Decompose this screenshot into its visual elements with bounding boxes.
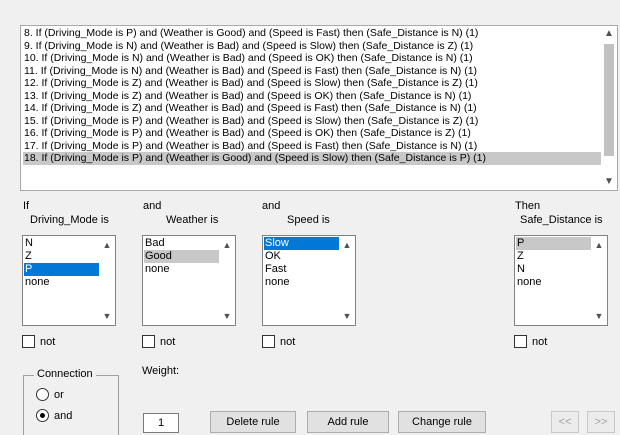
rule-item[interactable]: 15. If (Driving_Mode is P) and (Weather … <box>23 115 603 128</box>
and-label-1: and <box>143 200 162 212</box>
driving-mode-not-label: not <box>40 336 56 348</box>
connection-group: Connection or and <box>23 368 119 435</box>
safe-distance-scrollbar[interactable]: ▲ ▼ <box>592 237 606 324</box>
connection-title: Connection <box>34 368 96 380</box>
scroll-thumb[interactable] <box>604 44 614 156</box>
weather-not-label: not <box>160 336 176 348</box>
speed-not-label: not <box>280 336 296 348</box>
safe-distance-listbox[interactable]: P Z Nnone ▲ ▼ <box>514 235 608 326</box>
driving-mode-options: N Z Pnone <box>24 237 99 289</box>
then-label: Then <box>515 200 541 212</box>
list-option[interactable]: N <box>24 237 99 250</box>
rule-item[interactable]: 11. If (Driving_Mode is N) and (Weather … <box>23 65 603 78</box>
rule-item[interactable]: 10. If (Driving_Mode is N) and (Weather … <box>23 52 603 65</box>
rule-item[interactable]: 13. If (Driving_Mode is Z) and (Weather … <box>23 90 603 103</box>
or-radio[interactable] <box>36 388 49 401</box>
list-option[interactable]: OK <box>264 250 339 263</box>
rule-item[interactable]: 12. If (Driving_Mode is Z) and (Weather … <box>23 77 603 90</box>
weather-listbox[interactable]: Bad Good none ▲ ▼ <box>142 235 236 326</box>
rule-item[interactable]: 8. If (Driving_Mode is P) and (Weather i… <box>23 27 603 40</box>
list-option[interactable]: Good <box>144 250 219 263</box>
rule-item[interactable]: 18. If (Driving_Mode is P) and (Weather … <box>23 152 603 165</box>
weight-label: Weight: <box>142 365 180 377</box>
and-label-2: and <box>262 200 281 212</box>
chevron-up-icon[interactable]: ▲ <box>592 240 606 250</box>
add-rule-button[interactable]: Add rule <box>307 411 389 433</box>
list-option[interactable]: none <box>264 276 339 289</box>
rule-item[interactable]: 14. If (Driving_Mode is Z) and (Weather … <box>23 102 603 115</box>
chevron-up-icon[interactable]: ▲ <box>100 240 114 250</box>
list-option[interactable]: P <box>24 263 99 276</box>
weather-not-checkbox[interactable] <box>142 335 155 348</box>
prev-button[interactable]: << <box>551 411 579 433</box>
scroll-up-icon[interactable]: ▲ <box>601 26 617 42</box>
list-option[interactable]: N <box>516 263 591 276</box>
next-button[interactable]: >> <box>587 411 615 433</box>
list-option[interactable]: none <box>516 276 591 289</box>
list-option[interactable]: P <box>516 237 591 250</box>
chevron-up-icon[interactable]: ▲ <box>220 240 234 250</box>
chevron-down-icon[interactable]: ▼ <box>100 311 114 321</box>
rule-item[interactable]: 16. If (Driving_Mode is P) and (Weather … <box>23 127 603 140</box>
and-radio[interactable] <box>36 409 49 422</box>
list-option[interactable]: none <box>144 263 219 276</box>
safe-distance-title: Safe_Distance is <box>520 214 603 226</box>
weather-scrollbar[interactable]: ▲ ▼ <box>220 237 234 324</box>
weather-options: Bad Good none <box>144 237 219 276</box>
weather-title: Weather is <box>166 214 219 226</box>
and-label: and <box>54 410 73 422</box>
change-rule-button[interactable]: Change rule <box>398 411 486 433</box>
driving-mode-title: Driving_Mode is <box>30 214 109 226</box>
driving-mode-listbox[interactable]: N Z Pnone ▲ ▼ <box>22 235 116 326</box>
speed-options: Slow OK Fast none <box>264 237 339 289</box>
chevron-down-icon[interactable]: ▼ <box>220 311 234 321</box>
delete-rule-button[interactable]: Delete rule <box>210 411 296 433</box>
if-label: If <box>23 200 30 212</box>
list-option[interactable]: none <box>24 276 99 289</box>
weight-input[interactable]: 1 <box>143 413 179 433</box>
speed-scrollbar[interactable]: ▲ ▼ <box>340 237 354 324</box>
chevron-up-icon[interactable]: ▲ <box>340 240 354 250</box>
driving-mode-scrollbar[interactable]: ▲ ▼ <box>100 237 114 324</box>
list-option[interactable]: Z <box>24 250 99 263</box>
chevron-down-icon[interactable]: ▼ <box>592 311 606 321</box>
safe-distance-not-label: not <box>532 336 548 348</box>
driving-mode-not-checkbox[interactable] <box>22 335 35 348</box>
safe-distance-options: P Z Nnone <box>516 237 591 289</box>
or-label: or <box>54 389 64 401</box>
list-option[interactable]: Z <box>516 250 591 263</box>
speed-title: Speed is <box>287 214 330 226</box>
rule-list[interactable]: 8. If (Driving_Mode is P) and (Weather i… <box>20 25 618 191</box>
safe-distance-not-checkbox[interactable] <box>514 335 527 348</box>
speed-listbox[interactable]: Slow OK Fast none ▲ ▼ <box>262 235 356 326</box>
radio-selected-dot <box>40 413 45 418</box>
scroll-down-icon[interactable]: ▼ <box>601 174 617 190</box>
list-option[interactable]: Fast <box>264 263 339 276</box>
list-option[interactable]: Bad <box>144 237 219 250</box>
rule-item[interactable]: 9. If (Driving_Mode is N) and (Weather i… <box>23 40 603 53</box>
speed-not-checkbox[interactable] <box>262 335 275 348</box>
list-option[interactable]: Slow <box>264 237 339 250</box>
chevron-down-icon[interactable]: ▼ <box>340 311 354 321</box>
rule-lines: 8. If (Driving_Mode is P) and (Weather i… <box>23 27 603 165</box>
rule-list-scrollbar[interactable]: ▲ ▼ <box>601 26 617 190</box>
rule-item[interactable]: 17. If (Driving_Mode is P) and (Weather … <box>23 140 603 153</box>
